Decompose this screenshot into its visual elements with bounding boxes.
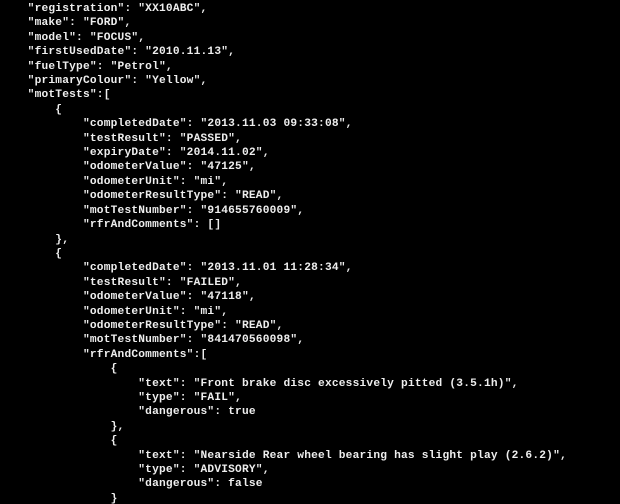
json-code-block: "registration": "XX10ABC", "make": "FORD… (0, 0, 620, 504)
